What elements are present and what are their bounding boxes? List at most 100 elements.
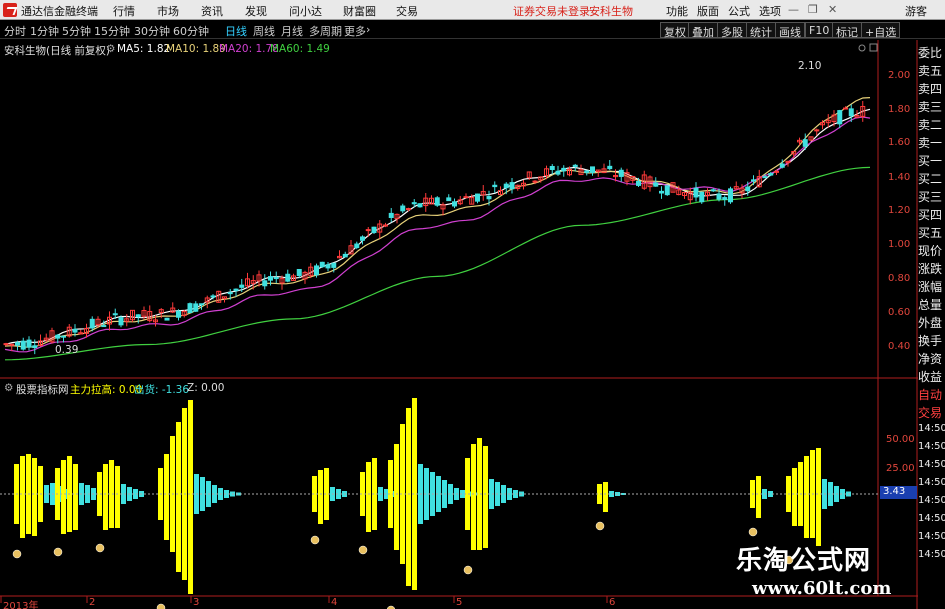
indicator-bars (14, 398, 851, 594)
side-ask5[interactable]: 卖五 (918, 62, 945, 79)
side-bid4[interactable]: 买四 (918, 206, 945, 223)
trade-time: 14:50 (918, 423, 945, 434)
low-price-label: 0.39 (55, 344, 79, 356)
ma10-label: MA10: 1.89 (166, 43, 226, 55)
side-net-assets[interactable]: 净资 (918, 350, 945, 367)
candle-body (503, 183, 509, 189)
side-trade[interactable]: 交易 (918, 404, 945, 421)
corner-icons (858, 43, 878, 52)
side-ask4[interactable]: 卖四 (918, 80, 945, 97)
candle-body (446, 197, 452, 202)
candle-body (319, 261, 325, 268)
side-bid-ratio[interactable]: 委比 (918, 44, 945, 61)
candle-body (325, 264, 331, 269)
candle-body (89, 318, 95, 329)
pull-up-bar (816, 448, 821, 546)
side-change-pct[interactable]: 涨幅 (918, 278, 945, 295)
pull-up-bar (176, 422, 181, 572)
candle-body (406, 208, 411, 211)
side-ask1[interactable]: 卖一 (918, 134, 945, 151)
trade-time: 14:50 (918, 477, 945, 488)
side-bid5[interactable]: 买五 (918, 224, 945, 241)
candle-body (653, 182, 659, 187)
candle-body (843, 107, 848, 110)
chart-canvas[interactable] (0, 0, 945, 609)
side-turnover[interactable]: 换手 (918, 332, 945, 349)
side-bid2[interactable]: 买二 (918, 170, 945, 187)
x-axis-label: 6 (609, 597, 616, 608)
side-outer[interactable]: 外盘 (918, 314, 945, 331)
candle-body (331, 262, 337, 268)
price-tick: 1.60 (888, 137, 911, 148)
ma60-legend: MA60: 1.49 (270, 43, 330, 55)
settings-gear-icon[interactable]: ⚙ (106, 43, 115, 55)
candle-body (187, 303, 193, 314)
candle-body (492, 184, 498, 188)
candle-body (388, 212, 394, 219)
ma10-legend: MA10: 1.89 (166, 43, 226, 55)
candle-body (26, 339, 32, 348)
high-price-label: 2.10 (798, 60, 822, 72)
pull-up-bar (366, 462, 371, 532)
side-auto[interactable]: 自动 (918, 386, 945, 403)
pull-up-legend: 主力拉高: 0.00 (70, 382, 142, 397)
candle-body (400, 205, 406, 212)
candle-body (549, 166, 555, 170)
candle-body (118, 317, 124, 326)
candle-body (751, 179, 756, 182)
side-bid1[interactable]: 买一 (918, 152, 945, 169)
side-volume[interactable]: 总量 (918, 296, 945, 313)
money-bag-marker (53, 547, 63, 557)
price-tick: 1.20 (888, 205, 911, 216)
ma-lines (4, 97, 871, 361)
price-tick: 1.40 (888, 172, 911, 183)
candle-body (848, 108, 854, 117)
x-axis-label: 2 (89, 597, 96, 608)
money-bag-marker (595, 521, 605, 531)
candle-body (3, 343, 9, 346)
candle-body (61, 335, 66, 338)
price-tick: 1.80 (888, 104, 911, 115)
trade-time: 14:50 (918, 531, 945, 542)
money-bag-marker (463, 565, 473, 575)
candle-body (176, 310, 181, 318)
candle-body (15, 342, 20, 346)
ma-line-ma10 (4, 97, 871, 348)
candle-body (509, 182, 515, 190)
side-ask2[interactable]: 卖二 (918, 116, 945, 133)
pull-up-bar (188, 400, 193, 594)
money-bag-marker (12, 549, 22, 559)
ma5-label: MA5: 1.82 (117, 43, 171, 55)
pull-up-bar (318, 470, 323, 524)
side-bid3[interactable]: 买三 (918, 188, 945, 205)
candle-body (664, 185, 670, 196)
pull-up-bar (603, 482, 608, 512)
candle-body (555, 170, 561, 175)
candle-body (273, 277, 279, 280)
candle-body (199, 303, 204, 306)
price-tick: 1.00 (888, 239, 911, 250)
indicator-gear-icon[interactable]: ⚙ (4, 382, 13, 394)
side-change[interactable]: 涨跌 (918, 260, 945, 277)
current-value-badge: 3.43 (880, 486, 917, 499)
candle-body (532, 180, 538, 183)
side-price[interactable]: 现价 (918, 242, 945, 259)
trade-time: 14:50 (918, 459, 945, 470)
trade-time: 14:50 (918, 441, 945, 452)
candle-body (716, 193, 722, 200)
pull-up-bar (115, 466, 120, 528)
candle-body (72, 328, 78, 333)
pull-up-bar (792, 468, 797, 526)
side-ask3[interactable]: 卖三 (918, 98, 945, 115)
candle-body (607, 165, 613, 170)
pull-up-bar (164, 454, 169, 540)
candle-body (745, 186, 751, 192)
pull-up-label: 主力拉高: 0.00 (70, 384, 143, 396)
candle-body (411, 202, 417, 205)
candle-body (434, 197, 440, 206)
money-bag-marker (310, 535, 320, 545)
ma60-label: MA60: 1.49 (270, 43, 330, 55)
sell-legend: 出货: -1.36 (134, 382, 189, 397)
chart-frame (0, 40, 918, 609)
side-earnings[interactable]: 收益 (918, 368, 945, 385)
